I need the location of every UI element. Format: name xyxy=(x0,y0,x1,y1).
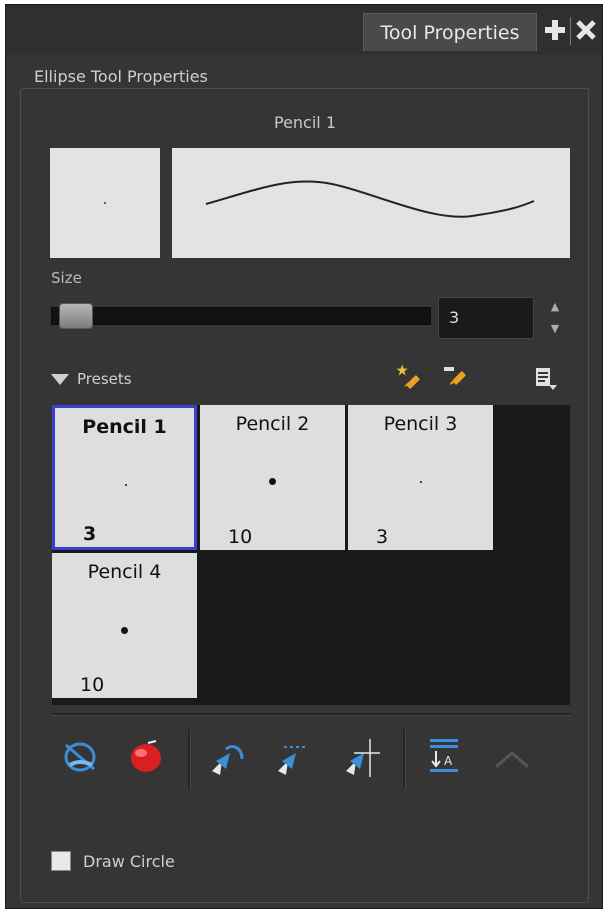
tool-properties-panel: Tool Properties Ellipse Tool Properties … xyxy=(5,4,603,909)
size-label: Size xyxy=(51,269,82,287)
collapse-triangle-icon xyxy=(51,373,69,385)
preset-tip-dot xyxy=(125,484,127,486)
preset-size: 3 xyxy=(376,526,389,548)
preset-tip-dot xyxy=(420,481,422,483)
preset-pencil-1[interactable]: Pencil 1 3 xyxy=(52,405,197,550)
auto-fill-icon[interactable] xyxy=(126,735,166,779)
preset-menu-icon[interactable] xyxy=(532,365,560,393)
preset-size: 3 xyxy=(83,523,97,545)
snap-and-align-icon[interactable] xyxy=(272,735,312,779)
preset-name: Pencil 2 xyxy=(235,413,310,435)
preset-tip-dot xyxy=(269,478,276,485)
presets-list: Pencil 1 3 Pencil 2 10 Pencil 3 3 Pencil… xyxy=(52,405,570,705)
preset-size: 10 xyxy=(228,526,253,548)
add-tab-icon[interactable] xyxy=(544,19,566,41)
preset-name: Pencil 4 xyxy=(87,561,162,583)
presets-label: Presets xyxy=(77,370,132,388)
brush-name: Pencil 1 xyxy=(273,113,336,132)
preset-pencil-4[interactable]: Pencil 4 10 xyxy=(52,553,197,698)
stroke-preview xyxy=(172,148,570,258)
preset-pencil-2[interactable]: Pencil 2 10 xyxy=(200,405,345,550)
brush-tip-preview xyxy=(50,148,160,258)
arrange-bring-icon[interactable]: A xyxy=(424,735,464,779)
toolbar-divider xyxy=(51,713,571,716)
stroke-preview-curve xyxy=(205,180,535,218)
size-decrement-arrow[interactable]: ▼ xyxy=(548,323,562,335)
preset-size: 10 xyxy=(80,674,105,696)
draw-circle-option[interactable]: Draw Circle xyxy=(51,849,175,873)
svg-text:A: A xyxy=(444,754,453,768)
size-input[interactable]: 3 xyxy=(438,297,534,339)
snap-to-contour-icon[interactable] xyxy=(206,735,246,779)
auto-flatten-icon[interactable] xyxy=(60,735,100,779)
delete-preset-icon[interactable] xyxy=(442,363,470,391)
preset-pencil-3[interactable]: Pencil 3 3 xyxy=(348,405,493,550)
preset-name: Pencil 3 xyxy=(383,413,458,435)
toolbar-separator xyxy=(403,729,406,789)
draw-circle-checkbox[interactable] xyxy=(51,851,71,871)
preset-tip-dot xyxy=(121,627,128,634)
tab-bar: Tool Properties xyxy=(6,5,602,55)
size-increment-arrow[interactable]: ▲ xyxy=(548,301,562,313)
size-slider-handle[interactable] xyxy=(59,303,93,329)
tab-separator xyxy=(570,17,571,45)
toolbar-separator xyxy=(188,729,191,789)
draw-circle-label: Draw Circle xyxy=(83,851,175,871)
close-icon[interactable] xyxy=(575,19,597,41)
chevron-up-icon[interactable] xyxy=(492,735,532,779)
group-title: Ellipse Tool Properties xyxy=(26,67,216,86)
presets-toggle[interactable]: Presets xyxy=(51,369,132,389)
tab-tool-properties[interactable]: Tool Properties xyxy=(363,13,537,51)
preset-name: Pencil 1 xyxy=(82,416,167,438)
snap-to-grid-icon[interactable] xyxy=(340,735,380,779)
size-slider[interactable] xyxy=(51,307,431,325)
brush-tip-dot xyxy=(104,202,106,204)
new-preset-icon[interactable] xyxy=(396,363,424,391)
